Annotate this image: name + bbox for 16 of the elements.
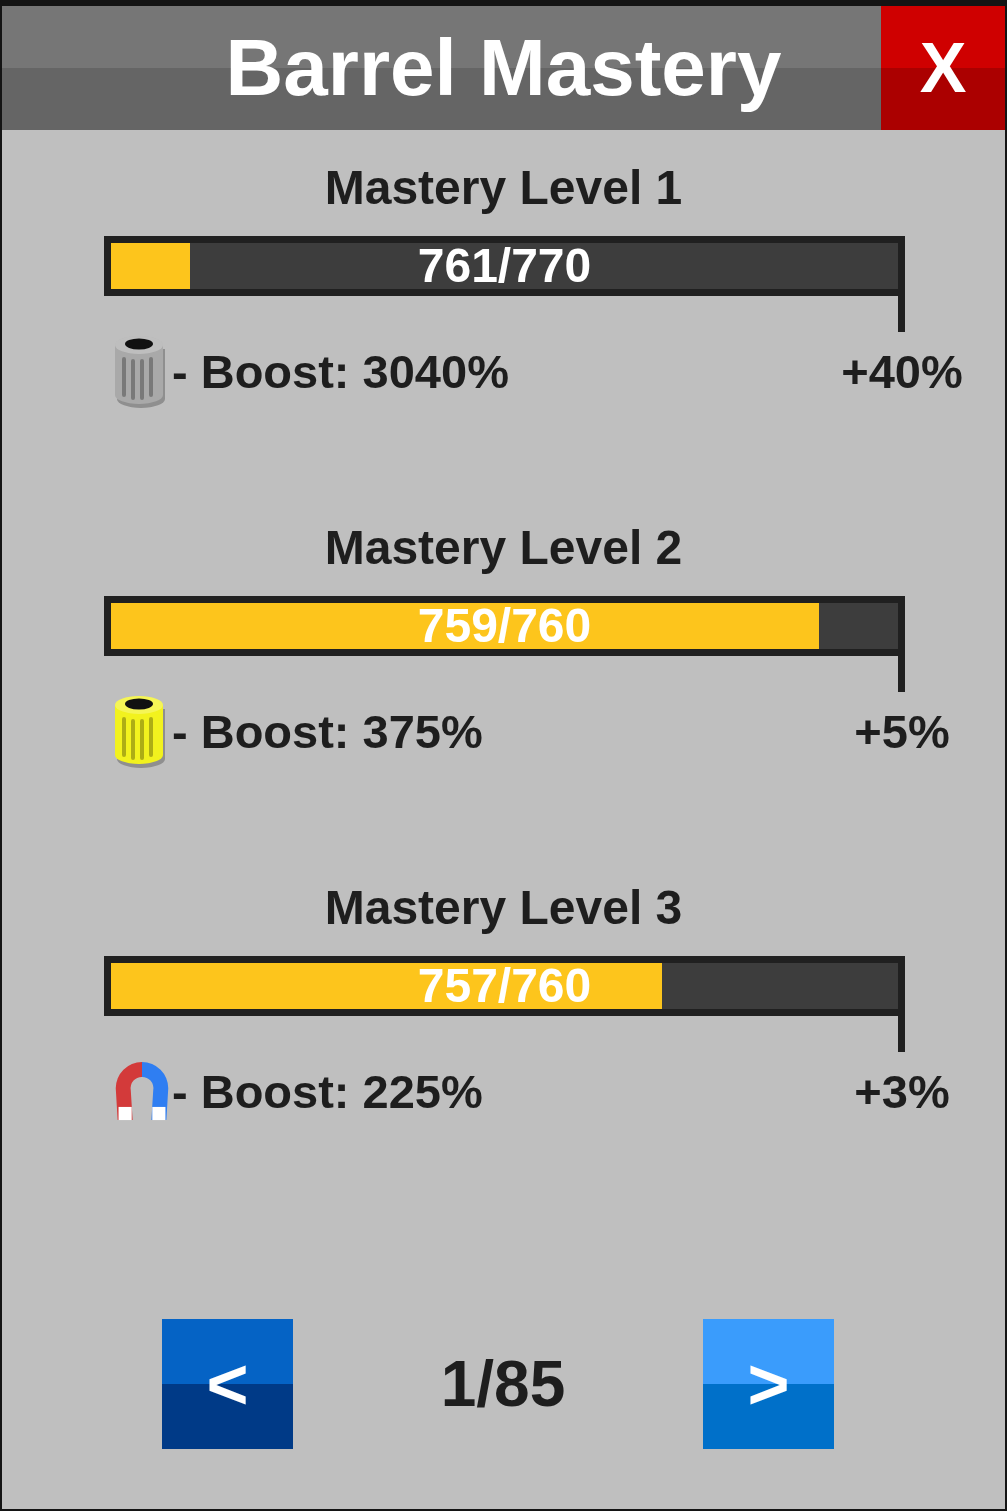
close-button[interactable]: X [881, 6, 1005, 130]
level-title: Mastery Level 3 [324, 880, 683, 936]
boost-text: - Boost: 375% [172, 703, 483, 759]
next-button[interactable]: > [703, 1319, 834, 1449]
level-title: Mastery Level 1 [324, 160, 683, 216]
bonus-text: +5% [854, 703, 950, 759]
progress-text: 759/760 [417, 602, 592, 650]
progress-text: 761/770 [417, 242, 592, 290]
boost-text: - Boost: 3040% [172, 343, 509, 399]
page-counter: 1/85 [440, 1347, 566, 1421]
dialog-title: Barrel Mastery [225, 24, 782, 112]
progress-text: 757/760 [417, 962, 592, 1010]
level-title: Mastery Level 2 [324, 520, 683, 576]
boost-text: - Boost: 225% [172, 1063, 483, 1119]
bonus-text: +40% [841, 343, 963, 399]
bonus-text: +3% [854, 1063, 950, 1119]
